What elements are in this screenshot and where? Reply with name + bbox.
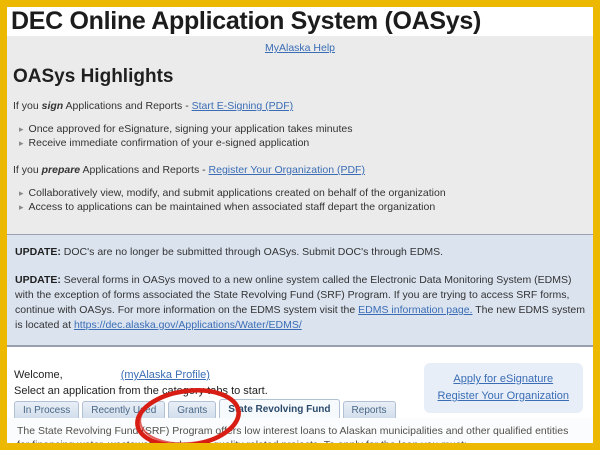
welcome-section: Welcome, (myAlaska Profile) Select an app… xyxy=(7,347,593,413)
list-item: ▸ Once approved for eSignature, signing y… xyxy=(19,122,593,136)
update-1-label: UPDATE: xyxy=(15,246,61,258)
start-esigning-link[interactable]: Start E-Signing (PDF) xyxy=(192,100,294,112)
update-2: UPDATE: Several forms in OASys moved to … xyxy=(15,273,585,333)
bullet-text: Access to applications can be maintained… xyxy=(28,201,436,213)
welcome-greeting: Welcome, xyxy=(14,369,63,381)
prepare-line-prefix: If you xyxy=(13,164,42,176)
sign-bullets: ▸ Once approved for eSignature, signing y… xyxy=(19,122,593,150)
bullet-arrow-icon: ▸ xyxy=(19,188,24,198)
bullet-text: Once approved for eSignature, signing yo… xyxy=(28,123,353,135)
register-organization-link[interactable]: Register Your Organization xyxy=(438,388,569,405)
bullet-text: Receive immediate confirmation of your e… xyxy=(28,137,310,149)
redacted-username xyxy=(63,367,121,383)
update-1-text: DOC's are no longer be submitted through… xyxy=(60,246,444,258)
apply-esignature-link[interactable]: Apply for eSignature xyxy=(438,371,569,388)
page-title: DEC Online Application System (OASys) xyxy=(11,7,482,35)
bullet-arrow-icon: ▸ xyxy=(19,138,24,148)
highlights-heading: OASys Highlights xyxy=(13,66,174,87)
sign-line-middle: Applications and Reports - xyxy=(63,100,192,112)
highlights: OASys Highlights If you sign Application… xyxy=(7,66,593,214)
title-bar: DEC Online Application System (OASys) xyxy=(7,7,593,36)
edms-info-page-link[interactable]: EDMS information page. xyxy=(358,304,472,316)
myalaska-help-link[interactable]: MyAlaska Help xyxy=(265,42,335,54)
page-frame: DEC Online Application System (OASys) My… xyxy=(0,0,600,450)
bullet-text: Collaboratively view, modify, and submit… xyxy=(28,187,446,199)
bullet-arrow-icon: ▸ xyxy=(19,124,24,134)
prepare-bullets: ▸ Collaboratively view, modify, and submi… xyxy=(19,186,593,214)
list-item: ▸ Collaboratively view, modify, and submi… xyxy=(19,186,593,200)
tab-in-process[interactable]: In Process xyxy=(14,401,80,418)
bullet-arrow-icon: ▸ xyxy=(19,202,24,212)
tab-reports[interactable]: Reports xyxy=(342,401,396,418)
sign-emphasis: sign xyxy=(41,100,64,112)
sign-line: If you sign Applications and Reports - S… xyxy=(13,100,593,112)
update-2-label: UPDATE: xyxy=(15,274,61,286)
list-item: ▸ Receive immediate confirmation of your … xyxy=(19,136,593,150)
prepare-line-middle: Applications and Reports - xyxy=(80,164,209,176)
action-links-box: Apply for eSignature Register Your Organ… xyxy=(423,363,583,413)
register-org-link[interactable]: Register Your Organization (PDF) xyxy=(209,164,365,176)
sign-line-prefix: If you xyxy=(13,100,42,112)
prepare-emphasis: prepare xyxy=(41,164,81,176)
help-row: MyAlaska Help xyxy=(7,36,593,62)
list-item: ▸ Access to applications can be maintaine… xyxy=(19,200,593,214)
highlights-section: MyAlaska Help OASys Highlights If you si… xyxy=(7,36,593,234)
update-1: UPDATE: DOC's are no longer be submitted… xyxy=(15,245,585,260)
edms-url-link[interactable]: https://dec.alaska.gov/Applications/Wate… xyxy=(74,319,302,331)
tab-grants[interactable]: Grants xyxy=(168,401,217,418)
myalaska-profile-link[interactable]: (myAlaska Profile) xyxy=(121,367,210,383)
tab-recently-used[interactable]: Recently Used xyxy=(82,401,166,418)
tab-state-revolving-fund[interactable]: State Revolving Fund xyxy=(219,399,340,418)
update-notice-box: UPDATE: DOC's are no longer be submitted… xyxy=(7,234,593,347)
srf-tab-content: The State Revolving Fund (SRF) Program o… xyxy=(7,418,593,443)
prepare-line: If you prepare Applications and Reports … xyxy=(13,164,593,176)
